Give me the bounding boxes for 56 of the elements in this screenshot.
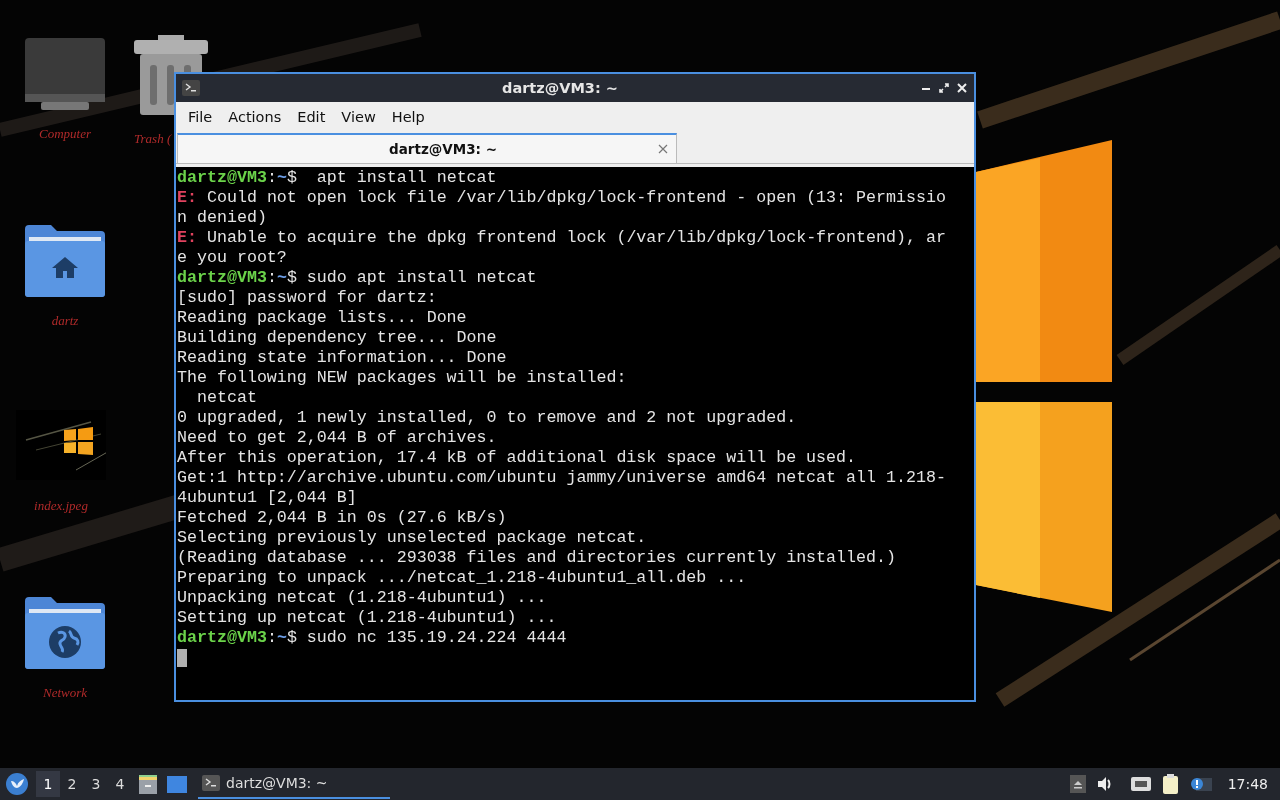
terminal-line: n denied): [177, 208, 268, 228]
terminal-line: After this operation, 17.4 kB of additional disk space will be used.: [177, 448, 858, 468]
desktop-icon[interactable]: [166, 774, 188, 794]
menu-item[interactable]: Actions: [220, 109, 290, 125]
terminal-line: (Reading database ... 293038 files and directories currently installed.): [177, 548, 897, 568]
volume-icon[interactable]: [1095, 776, 1112, 792]
menu-item[interactable]: View: [333, 109, 384, 125]
notification-icon[interactable]: [1189, 776, 1212, 792]
terminal-line: 0 upgraded, 1 newly installed, 0 to remove and 2 not upgraded.: [177, 408, 798, 428]
terminal-line: Get:1 http://archive.ubuntu.com/ubuntu jammy/universe amd64 netcat all 1.218-: [177, 468, 947, 488]
workspace-button[interactable]: 4: [108, 771, 132, 797]
menu-item[interactable]: Help: [383, 109, 433, 125]
terminal-line: Reading package lists... Done: [177, 308, 468, 328]
terminal-line: 4ubuntu1 [2,044 B]: [177, 488, 358, 508]
terminal-line: E: Could not open lock file /var/lib/dpkg/lock-frontend - open (13: Permissio: [177, 188, 947, 208]
terminal-line: Preparing to unpack .../netcat_1.218-4ubuntu1_all.deb ...: [177, 568, 748, 588]
menu-item[interactable]: Edit: [289, 109, 334, 125]
icon-label: Network: [42, 685, 88, 701]
menu-item[interactable]: File: [180, 109, 221, 125]
terminal-line: Reading state information... Done: [177, 348, 508, 368]
maximize-icon[interactable]: [938, 82, 950, 94]
icon-label: Computer: [39, 126, 91, 142]
workspace-button[interactable]: 1: [36, 771, 60, 797]
terminal-line: netcat: [195, 388, 258, 408]
icon-label: dartz: [51, 313, 79, 329]
terminal-line: Fetched 2,044 B in 0s (27.6 kB/s): [177, 508, 508, 528]
terminal-line: dartz@VM3:~$ sudo apt install netcat: [177, 268, 538, 288]
terminal-line: Setting up netcat (1.218-4ubuntu1) ...: [177, 608, 558, 628]
workspace-button[interactable]: 3: [84, 771, 108, 797]
terminal-line: E: Unable to acquire the dpkg frontend lock (/var/lib/dpkg/lock-frontend), ar: [177, 228, 947, 248]
terminal-line: Selecting previously unselected package netcat.: [177, 528, 648, 548]
start-menu-icon[interactable]: [6, 773, 28, 795]
terminal-icon: [182, 80, 200, 96]
workspace-button[interactable]: 2: [60, 771, 84, 797]
monitor-icon[interactable]: [24, 38, 106, 110]
terminal-line: Need to get 2,044 B of archives.: [177, 428, 498, 448]
terminal-line: Unpacking netcat (1.218-4ubuntu1) ...: [177, 588, 548, 608]
terminal-line: dartz@VM3:~$ apt install netcat: [177, 168, 498, 188]
terminal-line: [sudo] password for dartz:: [177, 288, 438, 308]
window-title: dartz@VM3: ~: [501, 80, 619, 96]
tab[interactable]: dartz@VM3: ~: [177, 133, 677, 163]
taskbar-task[interactable]: dartz@VM3: ~: [198, 769, 390, 799]
network-icon[interactable]: [1129, 776, 1152, 792]
icon-label: index.jpeg: [34, 498, 88, 514]
terminal-icon: [202, 775, 220, 791]
icon-label: Trash (: [134, 131, 172, 147]
network-folder-icon[interactable]: [25, 597, 105, 669]
clock: 17:48: [1227, 776, 1268, 792]
eject-icon[interactable]: [1069, 775, 1086, 793]
home-folder-icon[interactable]: [25, 225, 105, 297]
terminal-line: dartz@VM3:~$ sudo nc 135.19.24.224 4444: [177, 628, 568, 648]
terminal-line: e you root?: [177, 248, 288, 268]
clipboard-icon[interactable]: [1161, 773, 1180, 795]
terminal-line: Building dependency tree... Done: [177, 328, 498, 348]
terminal-line: The following NEW packages will be installed:: [177, 368, 628, 388]
file-manager-icon[interactable]: [138, 774, 158, 794]
